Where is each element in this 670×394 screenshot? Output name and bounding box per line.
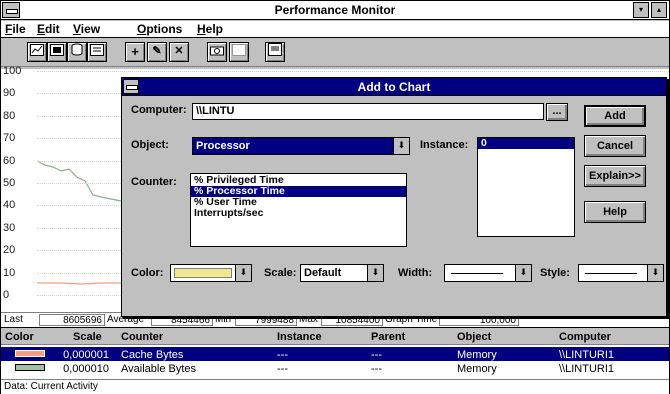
legend-counter: Cache Bytes [121, 349, 184, 361]
legend-object: Memory [457, 363, 497, 375]
menu-file[interactable]: File [5, 22, 26, 36]
legend-scale: 0,000010 [63, 363, 109, 375]
width-dropdown-arrow-icon[interactable]: ⬇ [515, 265, 531, 281]
scale-select-value: Default [304, 267, 342, 279]
legend-header-counter: Counter [121, 331, 164, 343]
options-button[interactable] [265, 42, 285, 62]
scale-select[interactable]: Default ⬇ [300, 264, 384, 282]
toolbar: + ✎ ✕ [1, 39, 669, 67]
legend-instance: --- [277, 363, 288, 375]
report-view-button[interactable] [87, 42, 107, 62]
alert-view-button[interactable] [47, 42, 67, 62]
minimize-button[interactable]: ▾ [633, 2, 649, 18]
menu-bar: File Edit View Options Help [1, 21, 669, 38]
color-preview-swatch [174, 268, 232, 278]
delete-counter-button[interactable]: ✕ [169, 42, 189, 62]
legend-scale: 0,000001 [63, 349, 109, 361]
status-bar: Data: Current Activity [1, 379, 669, 394]
explain-button[interactable]: Explain>> [584, 165, 646, 187]
legend-header-color: Color [5, 331, 34, 343]
legend-header: Color Scale Counter Instance Parent Obje… [1, 329, 669, 345]
legend-instance: --- [277, 349, 288, 361]
width-select[interactable]: ⬇ [444, 264, 532, 282]
legend-counter: Available Bytes [121, 363, 197, 375]
title-bar: Performance Monitor ▾ ▴ [1, 1, 669, 20]
counter-label: Counter: [131, 176, 177, 188]
object-select[interactable]: Processor ⬇ [192, 137, 410, 155]
color-select[interactable]: ⬇ [170, 264, 252, 282]
bookmark-icon [232, 44, 246, 56]
object-select-value: Processor [196, 140, 250, 152]
chart-view-icon [30, 44, 44, 56]
cancel-button[interactable]: Cancel [584, 135, 646, 157]
update-now-button[interactable] [207, 42, 227, 62]
camera-icon [210, 46, 224, 56]
legend-parent: --- [371, 363, 382, 375]
add-to-chart-dialog: Add to Chart Computer: \\LINTU ... Objec… [121, 77, 667, 317]
legend-parent: --- [371, 349, 382, 361]
counter-item[interactable]: Interrupts/sec [191, 208, 406, 219]
object-label: Object: [131, 139, 169, 151]
instance-label: Instance: [420, 139, 469, 151]
edit-counter-button[interactable]: ✎ [147, 42, 167, 62]
computer-label: Computer: [131, 104, 187, 116]
help-button[interactable]: Help [584, 201, 646, 223]
log-view-icon [71, 43, 83, 56]
style-label: Style: [540, 267, 570, 279]
series-line-cache-bytes [37, 282, 121, 285]
legend-header-parent: Parent [371, 331, 406, 343]
instance-list[interactable]: 0 [477, 137, 575, 237]
computer-field[interactable]: \\LINTU [192, 103, 544, 120]
browse-computer-button[interactable]: ... [546, 103, 568, 121]
color-label: Color: [131, 267, 164, 279]
last-label: Last [4, 314, 23, 325]
options-icon [268, 43, 282, 56]
legend-computer: \\LINTURI1 [559, 363, 615, 375]
alert-view-icon [50, 44, 64, 56]
counter-list[interactable]: % Privileged Time % Processor Time % Use… [190, 173, 407, 247]
legend-row[interactable]: 0,000010 Available Bytes --- --- Memory … [1, 361, 669, 375]
color-dropdown-arrow-icon[interactable]: ⬇ [235, 265, 251, 281]
dialog-title-bar: Add to Chart [122, 78, 666, 96]
last-value: 8605696 [39, 314, 105, 326]
maximize-button[interactable]: ▴ [651, 2, 667, 18]
style-preview-line [585, 273, 637, 274]
add-counter-button[interactable]: + [125, 42, 145, 62]
series-line-available-bytes [36, 160, 122, 202]
log-view-button[interactable] [67, 42, 87, 62]
menu-options[interactable]: Options [137, 22, 182, 36]
legend-object: Memory [457, 349, 497, 361]
gridline [37, 71, 669, 72]
legend-header-instance: Instance [277, 331, 322, 343]
scale-dropdown-arrow-icon[interactable]: ⬇ [367, 265, 383, 281]
add-button[interactable]: Add [584, 105, 646, 127]
color-swatch [15, 350, 45, 357]
style-dropdown-arrow-icon[interactable]: ⬇ [647, 265, 663, 281]
legend-computer: \\LINTURI1 [559, 349, 615, 361]
instance-item[interactable]: 0 [478, 138, 574, 149]
legend-table: Color Scale Counter Instance Parent Obje… [1, 329, 669, 379]
dialog-title: Add to Chart [357, 80, 431, 94]
style-select[interactable]: ⬇ [578, 264, 664, 282]
width-label: Width: [398, 267, 433, 279]
legend-header-computer: Computer [559, 331, 611, 343]
object-dropdown-arrow-icon[interactable]: ⬇ [393, 138, 409, 154]
window-title: Performance Monitor [274, 3, 396, 17]
width-preview-line [451, 273, 503, 274]
legend-header-scale: Scale [73, 331, 102, 343]
menu-view[interactable]: View [73, 22, 100, 36]
bookmark-button[interactable] [229, 42, 249, 62]
legend-header-object: Object [457, 331, 492, 343]
report-view-icon [90, 44, 104, 56]
menu-edit[interactable]: Edit [37, 22, 60, 36]
chart-view-button[interactable] [27, 42, 47, 62]
menu-help[interactable]: Help [197, 22, 223, 36]
scale-label: Scale: [264, 267, 297, 279]
legend-row[interactable]: 0,000001 Cache Bytes --- --- Memory \\LI… [1, 347, 669, 361]
color-swatch [15, 364, 45, 371]
